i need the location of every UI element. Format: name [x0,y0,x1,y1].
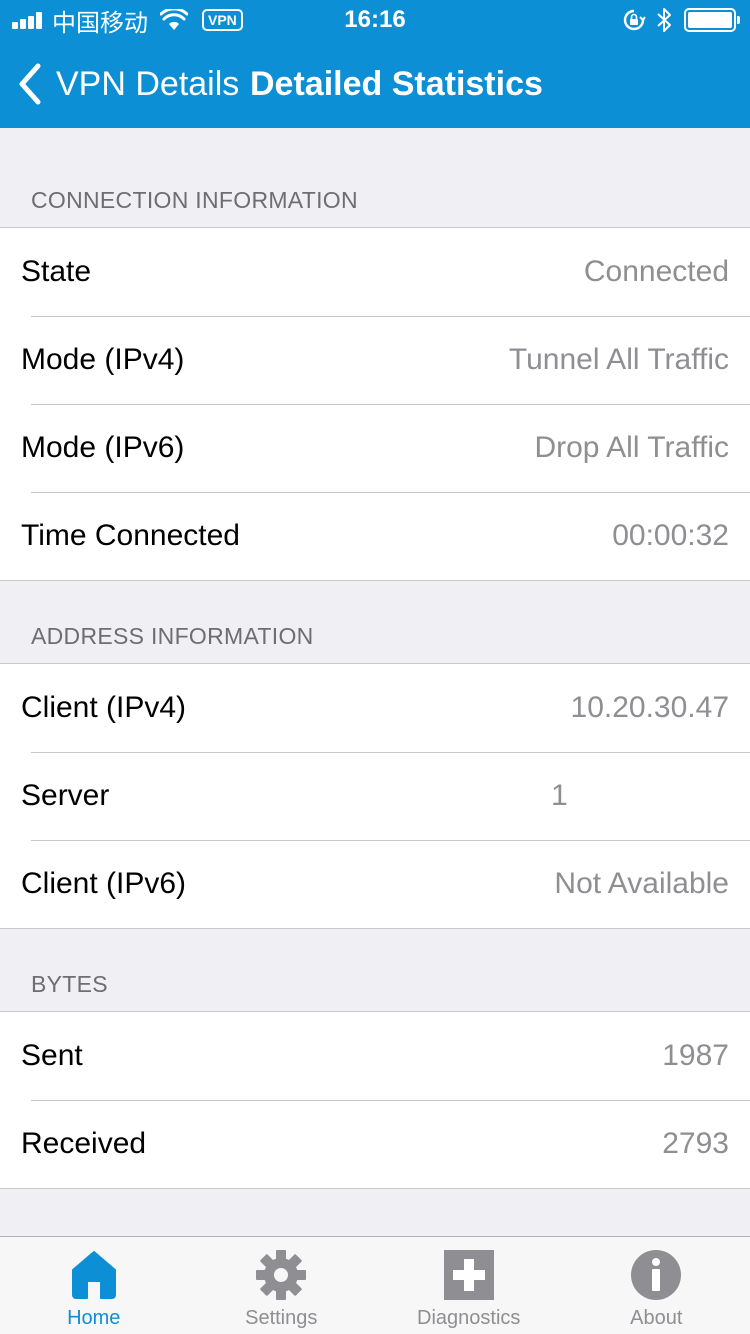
tab-label: About [630,1307,683,1329]
row-value: Connected [583,255,729,288]
row-label: Mode (IPv4) [21,343,185,376]
row-value: 1987 [662,1039,729,1072]
status-bar: 中国移动 VPN 16:16 [0,0,750,40]
table-row: Mode (IPv6) Drop All Traffic [0,404,750,492]
address-info-group: Client (IPv4) 10.20.30.47 Server 1 Clien… [0,663,750,929]
table-row: State Connected [0,228,750,316]
row-value: 1 [551,779,568,812]
row-value: Drop All Traffic [534,431,729,464]
rotation-lock-icon [623,9,646,31]
connection-info-group: State Connected Mode (IPv4) Tunnel All T… [0,227,750,581]
row-label: Mode (IPv6) [21,431,185,464]
top-bar: 中国移动 VPN 16:16 VPN Details Detailed Stat… [0,0,750,128]
table-row: Received 2793 [0,1100,750,1188]
navigation-bar: VPN Details Detailed Statistics [0,40,750,128]
tab-about[interactable]: About [563,1237,750,1334]
page-title: Detailed Statistics [250,65,543,103]
section-header-address: ADDRESS INFORMATION [31,623,314,649]
row-value: Tunnel All Traffic [508,343,729,376]
table-row: Server 1 [0,752,750,840]
tab-label: Diagnostics [417,1307,521,1329]
table-row: Sent 1987 [0,1012,750,1100]
section-header-bytes: BYTES [31,971,108,997]
section-header-connection: CONNECTION INFORMATION [31,187,358,213]
row-label: State [21,255,92,288]
row-label: Server [21,779,110,812]
table-row: Mode (IPv4) Tunnel All Traffic [0,316,750,404]
tab-diagnostics[interactable]: Diagnostics [375,1237,563,1334]
tab-bar: Home Settings Diagnostics About [0,1236,750,1334]
bytes-group: Sent 1987 Received 2793 [0,1011,750,1189]
back-button-label: VPN Details [56,64,240,103]
back-button[interactable]: VPN Details [16,60,239,108]
tab-label: Settings [245,1307,318,1329]
row-label: Client (IPv4) [21,691,187,724]
row-label: Sent [21,1039,83,1072]
tab-label: Home [67,1307,121,1329]
battery-icon [684,8,740,32]
gear-icon [256,1250,307,1300]
row-label: Received [21,1127,147,1160]
bluetooth-icon [657,8,671,32]
row-value: 10.20.30.47 [570,691,729,724]
info-icon [631,1250,682,1300]
table-row: Client (IPv4) 10.20.30.47 [0,664,750,752]
row-value: 2793 [662,1127,729,1160]
tab-settings[interactable]: Settings [188,1237,376,1334]
plus-box-icon [443,1250,494,1300]
chevron-left-icon [19,63,41,105]
home-icon [71,1251,116,1299]
tab-home[interactable]: Home [0,1237,188,1334]
